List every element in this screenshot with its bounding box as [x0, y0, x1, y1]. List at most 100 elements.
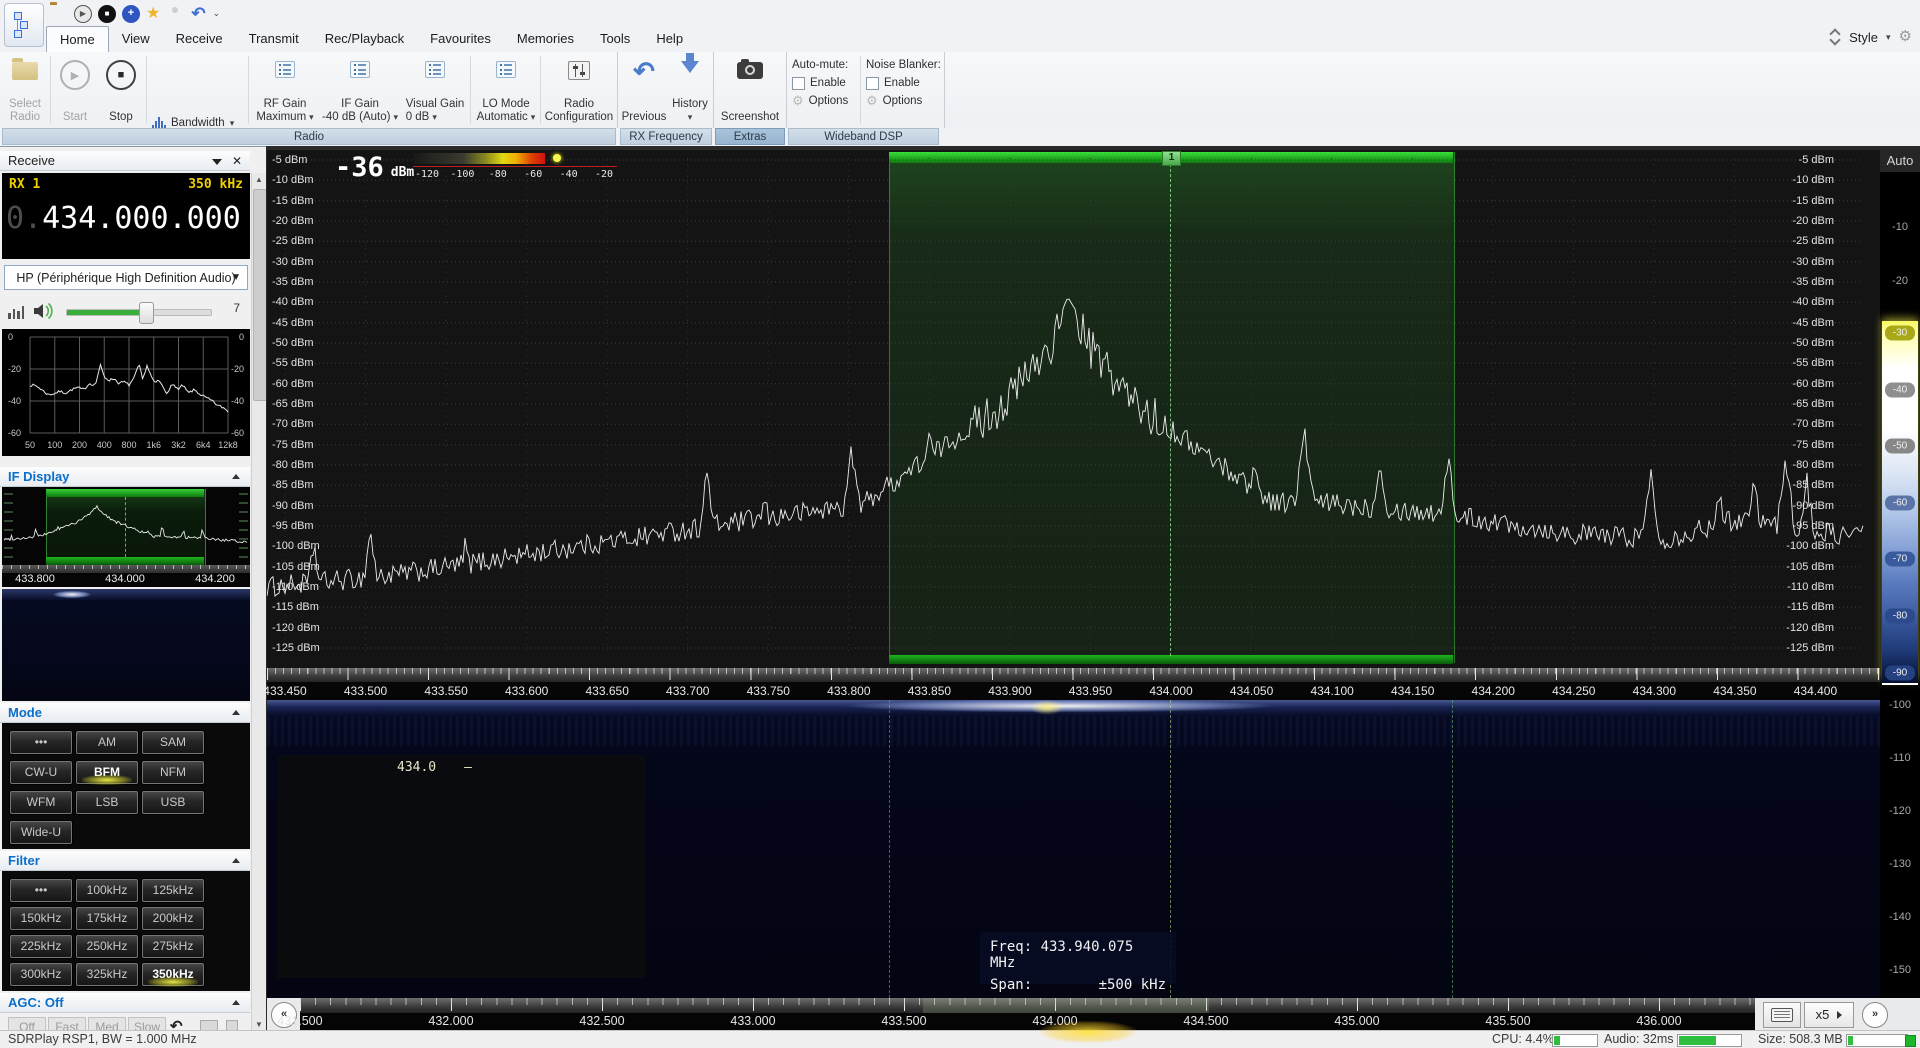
ribbon-collapse-icon[interactable] — [1829, 29, 1841, 45]
waterfall-range-scale[interactable]: Auto -10-20-30-40-50-60-70-80-90-100-110… — [1880, 150, 1920, 998]
tab-memories[interactable]: Memories — [504, 26, 587, 51]
collapse-icon[interactable] — [232, 1000, 240, 1005]
stop-icon[interactable]: ■ — [98, 5, 115, 22]
mode-button-sam[interactable]: SAM — [142, 731, 204, 754]
panel-dropdown-icon[interactable] — [212, 159, 222, 165]
tab-favourites[interactable]: Favourites — [417, 26, 504, 51]
history-button[interactable]: History▾ — [668, 54, 712, 126]
waterfall-palette-bar[interactable] — [413, 153, 545, 164]
filter-button-175khz[interactable]: 175kHz — [76, 907, 138, 930]
camera-icon[interactable] — [167, 5, 184, 22]
filter-panel-header[interactable]: Filter — [0, 851, 250, 871]
filter-button-300khz[interactable]: 300kHz — [10, 963, 72, 986]
undo-icon[interactable]: ↶ — [191, 5, 205, 22]
nav-zoom-button[interactable]: x5 — [1804, 1002, 1854, 1028]
tab-rec-playback[interactable]: Rec/Playback — [312, 26, 417, 51]
audio-device-select[interactable]: HP (Périphérique High Definition Audio) … — [4, 265, 248, 290]
mode-button-[interactable]: ••• — [10, 731, 72, 754]
palette-level-dot[interactable] — [553, 154, 561, 162]
panel-scrollbar[interactable]: ▲ ▼ — [251, 173, 266, 1031]
filter-button-275khz[interactable]: 275kHz — [142, 935, 204, 958]
tab-tools[interactable]: Tools — [587, 26, 643, 51]
close-icon[interactable]: ✕ — [232, 151, 242, 171]
play-icon[interactable]: ▶ — [74, 5, 91, 22]
collapse-icon[interactable] — [232, 858, 240, 863]
stop-button[interactable]: ■ Stop — [99, 54, 143, 126]
tab-receive[interactable]: Receive — [163, 26, 236, 51]
frequency-lcd[interactable]: RX 1 350 kHz 0.434.000.000 — [2, 173, 250, 259]
start-button[interactable]: ▶ Start — [53, 54, 97, 126]
rf-gain-button[interactable]: RF GainMaximum ▾ — [252, 54, 318, 126]
volume-handle[interactable] — [139, 302, 154, 324]
mode-panel-header[interactable]: Mode — [0, 703, 250, 723]
tab-view[interactable]: View — [109, 26, 163, 51]
agc-button-med[interactable]: Med — [88, 1017, 126, 1031]
volume-slider[interactable] — [66, 309, 212, 316]
rx1-marker[interactable]: 1 — [1162, 151, 1181, 166]
spectrum-frequency-ruler[interactable] — [267, 668, 1880, 682]
application-menu-button[interactable] — [4, 3, 44, 47]
mode-button-wideu[interactable]: Wide-U — [10, 821, 72, 844]
frequency-navigation-bar[interactable]: « 431.500432.000432.500433.000433.500434… — [267, 998, 1920, 1030]
tab-transmit[interactable]: Transmit — [236, 26, 312, 51]
qat-more-icon[interactable]: ⌄ — [213, 5, 221, 22]
filter-button-150khz[interactable]: 150kHz — [10, 907, 72, 930]
tab-home[interactable]: Home — [46, 26, 109, 52]
settings-gear-icon[interactable]: ⚙ — [1899, 29, 1912, 45]
if-gain-button[interactable]: IF Gain-40 dB (Auto) ▾ — [320, 54, 400, 126]
undo-history-icon[interactable]: ↶ — [170, 1017, 183, 1031]
main-waterfall[interactable]: 434.0– Freq: 433.940.075 MHz Span:±500 k… — [267, 700, 1880, 998]
tab-help[interactable]: Help — [643, 26, 696, 51]
add-icon[interactable]: + — [122, 5, 139, 22]
agc-button-fast[interactable]: Fast — [48, 1017, 86, 1031]
automute-options-button[interactable]: ⚙Options — [792, 92, 858, 110]
favourite-star-icon[interactable]: ★ — [146, 5, 160, 22]
screenshot-button[interactable]: Screenshot — [716, 54, 784, 126]
equalizer-icon[interactable] — [8, 304, 24, 319]
style-button[interactable]: Style — [1849, 30, 1878, 45]
range-lower-limit[interactable] — [1882, 683, 1918, 685]
lo-mode-button[interactable]: LO ModeAutomatic▾ — [473, 54, 539, 126]
scrollbar-thumb[interactable] — [253, 189, 266, 401]
select-radio-button[interactable]: SelectRadio — [2, 54, 48, 126]
if-display-panel[interactable]: 433.800434.000434.200 — [2, 487, 250, 587]
automute-enable-checkbox[interactable]: Enable — [792, 74, 858, 92]
scroll-up-icon[interactable]: ▲ — [252, 175, 266, 184]
agc-button-off[interactable]: Off — [8, 1017, 46, 1031]
nav-forward-button[interactable]: » — [1862, 1002, 1888, 1028]
filter-button-[interactable]: ••• — [10, 879, 72, 902]
filter-button-350khz[interactable]: 350kHz — [142, 963, 204, 986]
agc-button-slow[interactable]: Slow — [128, 1017, 166, 1031]
mode-button-am[interactable]: AM — [76, 731, 138, 754]
noise-blanker-enable-checkbox[interactable]: Enable — [866, 74, 942, 92]
mode-button-usb[interactable]: USB — [142, 791, 204, 814]
filter-button-250khz[interactable]: 250kHz — [76, 935, 138, 958]
auto-range-button[interactable]: Auto — [1880, 150, 1920, 172]
mode-button-nfm[interactable]: NFM — [142, 761, 204, 784]
passband-bottom-bar[interactable] — [889, 655, 1453, 664]
filter-button-225khz[interactable]: 225kHz — [10, 935, 72, 958]
filter-button-125khz[interactable]: 125kHz — [142, 879, 204, 902]
scroll-down-icon[interactable]: ▼ — [252, 1020, 266, 1029]
mode-button-wfm[interactable]: WFM — [10, 791, 72, 814]
style-caret-icon[interactable]: ▾ — [1886, 32, 1891, 43]
mode-button-cwu[interactable]: CW-U — [10, 761, 72, 784]
visual-gain-button[interactable]: Visual Gain0 dB ▾ — [402, 54, 468, 126]
mode-button-lsb[interactable]: LSB — [76, 791, 138, 814]
collapse-icon[interactable] — [232, 474, 240, 479]
main-spectrum-display[interactable]: 1 -36 dBm -120-100-80-60-40-20 -5 dBm-10… — [267, 150, 1880, 700]
open-folder-icon[interactable] — [50, 5, 67, 22]
previous-button[interactable]: ↶ Previous — [621, 54, 667, 126]
frequency-display[interactable]: 0.434.000.000 — [6, 201, 241, 236]
keyboard-entry-button[interactable] — [1763, 1002, 1801, 1028]
if-waterfall[interactable] — [2, 589, 250, 701]
nav-ruler[interactable] — [300, 998, 1755, 1013]
filter-button-200khz[interactable]: 200kHz — [142, 907, 204, 930]
filter-button-325khz[interactable]: 325kHz — [76, 963, 138, 986]
receive-panel-header[interactable]: Receive ✕ — [0, 151, 250, 171]
speaker-icon[interactable] — [32, 301, 56, 321]
mode-button-bfm[interactable]: BFM — [76, 761, 138, 784]
noise-blanker-options-button[interactable]: ⚙Options — [866, 92, 942, 110]
agc-panel-header[interactable]: AGC: Off — [0, 993, 250, 1013]
if-display-header[interactable]: IF Display — [0, 467, 250, 487]
